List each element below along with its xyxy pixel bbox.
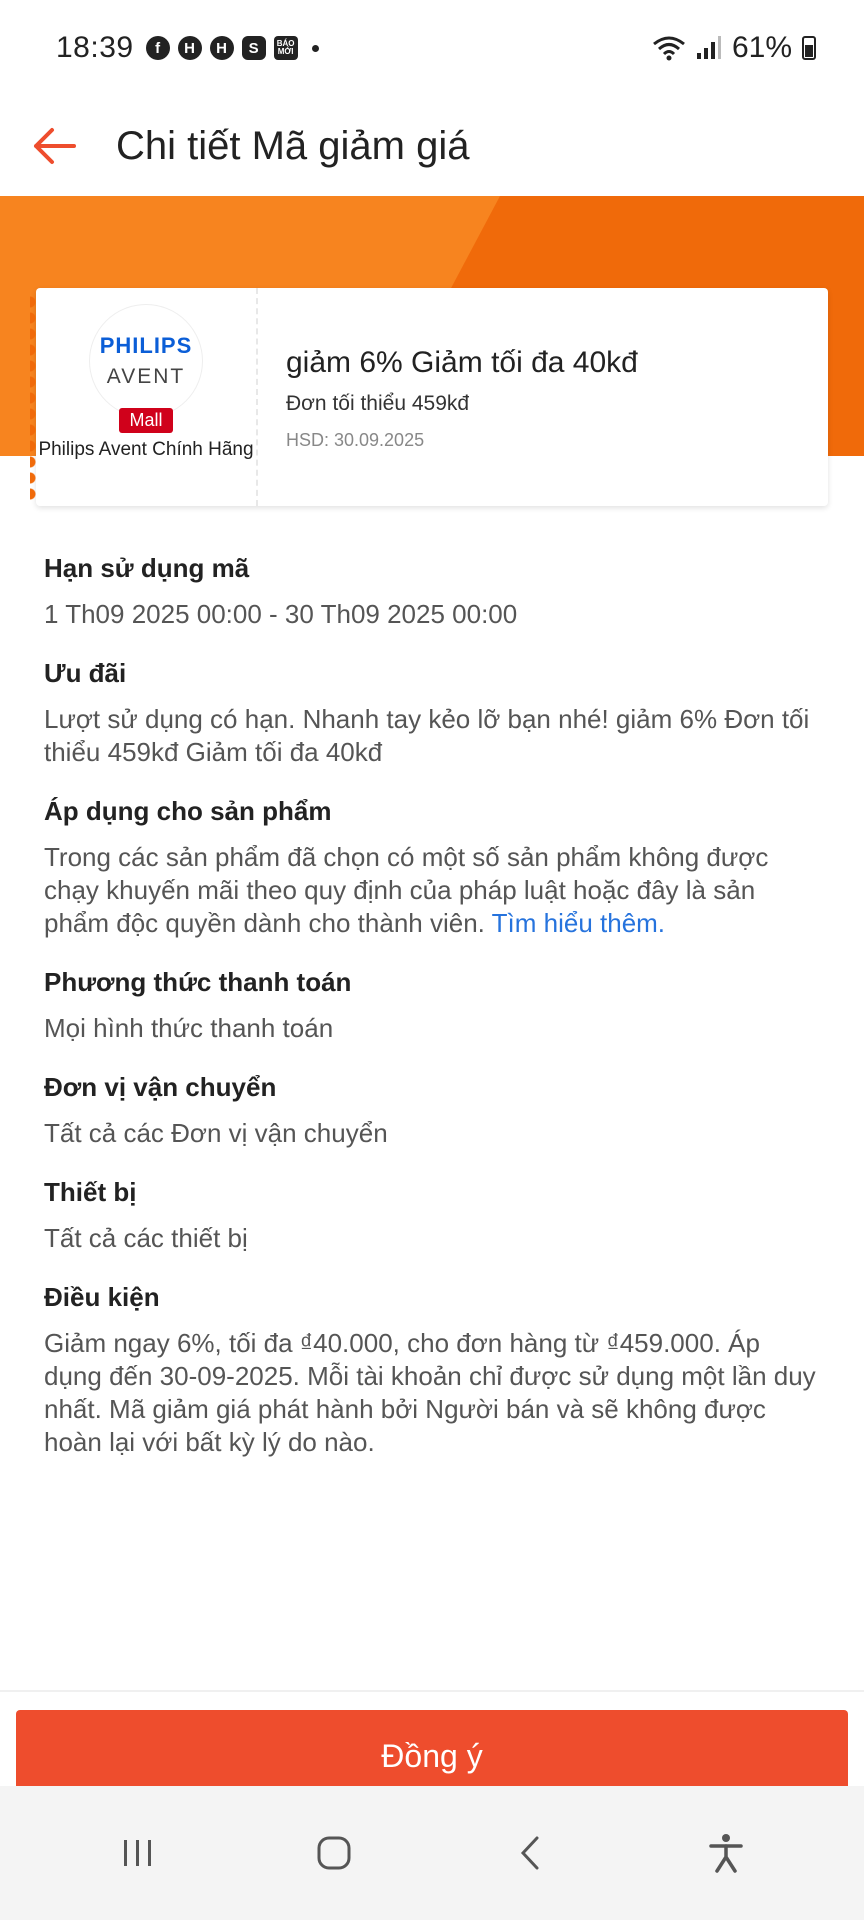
logo-brand-text: PHILIPS <box>99 333 193 358</box>
footer-divider <box>0 1690 864 1692</box>
wifi-icon <box>653 36 685 61</box>
recents-icon <box>124 1840 151 1866</box>
shop-logo: PHILIPS AVENT <box>89 304 203 418</box>
nav-home-button[interactable] <box>294 1813 374 1893</box>
more-notifications-dot <box>311 44 319 52</box>
section-title: Điều kiện <box>44 1282 160 1312</box>
facebook-icon: f <box>145 36 170 60</box>
arrow-left-icon <box>34 128 76 164</box>
section-body: Tất cả các thiết bị <box>44 1223 248 1253</box>
section-body: 1 Th09 2025 00:00 - 30 Th09 2025 00:00 <box>44 599 518 629</box>
shopee-icon: S <box>241 36 266 60</box>
app-header: Chi tiết Mã giảm giá <box>0 96 864 196</box>
voucher-info: giảm 6% Giảm tối đa 40kđ Đơn tối thiểu 4… <box>258 288 828 506</box>
baomoi-icon: BÁO MỚI <box>273 36 298 60</box>
status-right: 61% <box>652 31 816 65</box>
voucher-scallop-edge <box>30 294 42 500</box>
system-nav-bar <box>0 1786 864 1920</box>
home-icon <box>317 1836 351 1870</box>
section-device: Thiết bị Tất cả các thiết bị <box>44 1172 820 1255</box>
section-body: Mọi hình thức thanh toán <box>44 1013 334 1043</box>
section-title: Hạn sử dụng mã <box>44 553 250 583</box>
section-title: Áp dụng cho sản phẩm <box>44 796 332 826</box>
section-products: Áp dụng cho sản phẩm Trong các sản phẩm … <box>44 791 820 940</box>
status-bar: 18:39 f H H S BÁO MỚI 61% <box>0 0 864 96</box>
section-body: Tất cả các Đơn vị vận chuyển <box>44 1118 388 1148</box>
battery-percent: 61% <box>731 31 792 64</box>
section-payment: Phương thức thanh toán Mọi hình thức tha… <box>44 962 820 1045</box>
battery-icon <box>802 36 816 60</box>
back-icon <box>520 1836 539 1870</box>
voucher-details: Hạn sử dụng mã 1 Th09 2025 00:00 - 30 Th… <box>44 548 820 1481</box>
nav-accessibility-button[interactable] <box>686 1813 766 1893</box>
logo-subbrand-text: AVENT <box>106 365 186 388</box>
mall-badge: Mall <box>119 408 173 433</box>
section-title: Thiết bị <box>44 1177 137 1207</box>
accessibility-icon <box>709 1834 743 1873</box>
section-body: Giảm ngay 6%, tối đa ₫40.000, cho đơn hà… <box>44 1328 816 1457</box>
app-h-icon: H <box>177 36 202 60</box>
section-body: Lượt sử dụng có hạn. Nhanh tay kẻo lỡ bạ… <box>44 704 810 767</box>
section-title: Ưu đãi <box>44 658 127 688</box>
status-notification-icons: f H H S BÁO MỚI <box>145 36 319 60</box>
section-validity: Hạn sử dụng mã 1 Th09 2025 00:00 - 30 Th… <box>44 548 820 631</box>
voucher-min-order: Đơn tối thiểu 459kđ <box>286 392 470 415</box>
learn-more-link[interactable]: Tìm hiểu thêm. <box>492 908 665 938</box>
section-offer: Ưu đãi Lượt sử dụng có hạn. Nhanh tay kẻ… <box>44 653 820 769</box>
nav-back-button[interactable] <box>490 1813 570 1893</box>
section-title: Phương thức thanh toán <box>44 967 352 997</box>
back-button[interactable] <box>24 116 84 176</box>
voucher-title: giảm 6% Giảm tối đa 40kđ <box>286 346 638 379</box>
voucher-card: PHILIPS AVENT Mall Philips Avent Chính H… <box>30 288 828 506</box>
section-body-container: Trong các sản phẩm đã chọn có một số sản… <box>44 841 820 940</box>
section-title: Đơn vị vận chuyển <box>44 1072 277 1102</box>
section-conditions: Điều kiện Giảm ngay 6%, tối đa ₫40.000, … <box>44 1277 820 1459</box>
page-title: Chi tiết Mã giảm giá <box>116 123 470 168</box>
voucher-expiry: HSD: 30.09.2025 <box>286 430 425 450</box>
nav-recents-button[interactable] <box>98 1813 178 1893</box>
signal-icon <box>696 36 721 59</box>
section-shipping: Đơn vị vận chuyển Tất cả các Đơn vị vận … <box>44 1067 820 1150</box>
app-h-icon: H <box>209 36 234 60</box>
shop-panel: PHILIPS AVENT Mall Philips Avent Chính H… <box>30 288 258 506</box>
shop-name: Philips Avent Chính Hãng <box>38 439 254 460</box>
status-time: 18:39 <box>56 31 134 64</box>
